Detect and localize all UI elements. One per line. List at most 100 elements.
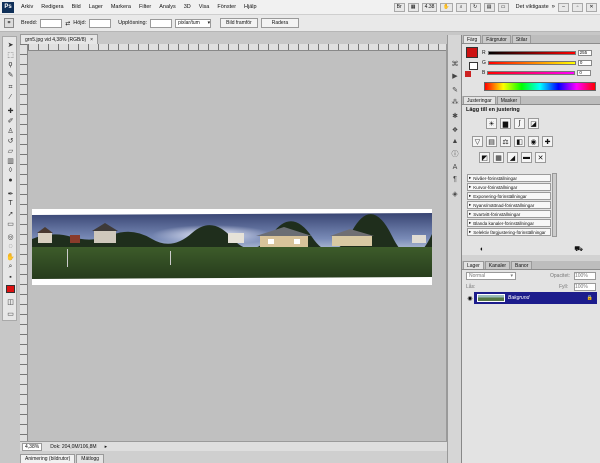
arrange-documents-button[interactable]: ▤ — [483, 2, 495, 12]
lasso-tool-icon[interactable]: ϙ — [5, 60, 16, 69]
black-white-icon[interactable]: ◧ — [514, 136, 525, 147]
height-field[interactable] — [89, 18, 112, 28]
green-value[interactable]: 0 — [577, 59, 592, 66]
crop-tool-icon[interactable]: ⌗ — [5, 83, 16, 92]
selective-color-icon[interactable]: ✕ — [535, 152, 546, 163]
vibrance-icon[interactable]: ▽ — [472, 136, 483, 147]
menu-3d[interactable]: 3D — [184, 4, 191, 10]
foreground-color-swatch[interactable] — [466, 47, 478, 58]
preset-curves[interactable]: ▸ Kurvor-förinställningar — [467, 183, 551, 191]
clip-to-layer-icon[interactable]: ◐ — [480, 246, 484, 253]
status-arrow-icon[interactable]: ▸ — [105, 444, 108, 450]
eye-icon[interactable]: ◉ — [466, 292, 474, 304]
menu-hjalp[interactable]: Hjälp — [244, 4, 257, 10]
menu-filter[interactable]: Filter — [139, 4, 151, 10]
close-button[interactable]: ✕ — [586, 2, 597, 12]
tab-color[interactable]: Färg — [463, 35, 482, 43]
preset-exposure[interactable]: ▸ Exponering-förinställningar — [467, 192, 551, 200]
opacity-field[interactable]: 100% — [574, 272, 596, 280]
3d-rotate-tool-icon[interactable]: ◎ — [5, 232, 16, 241]
quick-mask-icon[interactable]: ◫ — [5, 297, 16, 306]
blend-mode-select[interactable]: Normal ▾ — [466, 272, 516, 280]
tab-styles[interactable]: Stilar — [511, 35, 532, 43]
chevron-down-icon[interactable]: » — [552, 4, 555, 10]
layer-row-background[interactable]: ◉ Bakgrund 🔒 — [466, 292, 597, 304]
gradient-map-icon[interactable]: ▬ — [521, 152, 532, 163]
screen-mode-button[interactable]: ▭ — [497, 2, 509, 12]
healing-brush-tool-icon[interactable]: ✚ — [5, 106, 16, 115]
info-icon[interactable]: ⓘ — [450, 149, 460, 158]
width-field[interactable] — [40, 18, 63, 28]
paragraph-icon[interactable]: ¶ — [450, 175, 460, 184]
zoom-level-select[interactable]: 4.38 — [421, 2, 438, 12]
channel-mixer-icon[interactable]: ✚ — [542, 136, 553, 147]
adjustments-scrollbar[interactable] — [552, 173, 557, 237]
marquee-tool-icon[interactable]: ⬚ — [5, 50, 16, 59]
preset-selective-color[interactable]: ▸ Selektiv färgjustering-förinställningar — [467, 228, 551, 236]
brushes-icon[interactable]: ⁂ — [450, 97, 460, 106]
tab-swatches[interactable]: Färgrutor — [482, 35, 511, 43]
histogram-icon[interactable]: ▲ — [450, 137, 460, 146]
blue-slider[interactable] — [487, 70, 576, 75]
color-balance-icon[interactable]: ⚖ — [500, 136, 511, 147]
document-info[interactable]: Dok: 204,0M/106,8M — [50, 444, 96, 450]
photo-filter-icon[interactable]: ◉ — [528, 136, 539, 147]
shape-tool-icon[interactable]: ▭ — [5, 219, 16, 228]
red-slider[interactable] — [487, 50, 576, 55]
type-tool-icon[interactable]: T — [5, 199, 16, 208]
tab-adjustments[interactable]: Justeringar — [463, 96, 496, 104]
resolution-field[interactable] — [150, 18, 173, 28]
blue-value[interactable]: 0 — [577, 69, 592, 76]
document-tab[interactable]: grn5.jpg vid 4,38% (RGB/8) × — [20, 34, 99, 44]
close-icon[interactable]: × — [90, 37, 93, 43]
zoom-tool-icon[interactable]: ⌕ — [5, 262, 16, 271]
tab-layers[interactable]: Lager — [463, 261, 484, 269]
workspace-switcher[interactable]: Det viktigaste — [516, 4, 549, 10]
maximize-button[interactable]: ▫ — [572, 2, 583, 12]
tool-presets-icon[interactable]: ✎ — [450, 85, 460, 94]
menu-visa[interactable]: Visa — [199, 4, 210, 10]
eyedropper-tool-icon[interactable]: ⁄ — [5, 93, 16, 102]
brightness-contrast-icon[interactable]: ☀ — [486, 118, 497, 129]
hand-tool-button[interactable]: ✋ — [440, 2, 453, 12]
preset-black-white[interactable]: ▸ Svartvitt-förinställningar — [467, 210, 551, 218]
history-brush-tool-icon[interactable]: ↺ — [5, 136, 16, 145]
posterize-icon[interactable]: ▦ — [493, 152, 504, 163]
zoom-tool-button[interactable]: ⌕ — [455, 2, 467, 12]
menu-fonster[interactable]: Fönster — [217, 4, 236, 10]
move-tool-icon[interactable]: ➤ — [5, 40, 16, 49]
bridge-button[interactable]: Br — [393, 2, 405, 12]
tab-channels[interactable]: Kanaler — [484, 261, 511, 269]
tab-measurement-log[interactable]: Mätlogg — [76, 454, 105, 463]
brush-tool-icon[interactable]: ✐ — [5, 116, 16, 125]
default-colors-icon[interactable]: ▪ — [5, 273, 16, 282]
hand-tool-icon[interactable]: ✋ — [5, 252, 16, 261]
clear-button[interactable]: Radera — [260, 18, 300, 28]
green-slider[interactable] — [487, 60, 576, 65]
fill-field[interactable]: 100% — [574, 283, 596, 291]
foreground-color-swatch[interactable] — [5, 284, 16, 293]
blur-tool-icon[interactable]: ◊ — [5, 166, 16, 175]
red-value[interactable]: 255 — [577, 49, 592, 56]
eraser-tool-icon[interactable]: ▱ — [5, 146, 16, 155]
hue-saturation-icon[interactable]: ▤ — [486, 136, 497, 147]
exposure-icon[interactable]: ◪ — [528, 118, 539, 129]
swap-icon[interactable]: ⇄ — [65, 20, 70, 27]
dodge-tool-icon[interactable]: ● — [5, 176, 16, 185]
pen-tool-icon[interactable]: ✒ — [5, 189, 16, 198]
spectrum-bar[interactable] — [484, 82, 596, 91]
gradient-tool-icon[interactable]: ▥ — [5, 156, 16, 165]
minimize-button[interactable]: – — [558, 2, 569, 12]
preset-channel-mixer[interactable]: ▸ Blanda kanaler-förinställningar — [467, 219, 551, 227]
actions-icon[interactable]: ▶ — [450, 71, 460, 80]
preset-hue-saturation[interactable]: ▸ Nyans/mättnad-förinställningar — [467, 201, 551, 209]
invert-icon[interactable]: ◩ — [479, 152, 490, 163]
menu-redigera[interactable]: Redigera — [41, 4, 63, 10]
front-image-button[interactable]: Bild framför — [220, 18, 258, 28]
3d-panel-icon[interactable]: ◈ — [450, 189, 460, 198]
tab-masks[interactable]: Masker — [496, 96, 522, 104]
threshold-icon[interactable]: ◢ — [507, 152, 518, 163]
path-selection-tool-icon[interactable]: ➚ — [5, 209, 16, 218]
curves-icon[interactable]: ∫ — [514, 118, 525, 129]
menu-analys[interactable]: Analys — [159, 4, 176, 10]
